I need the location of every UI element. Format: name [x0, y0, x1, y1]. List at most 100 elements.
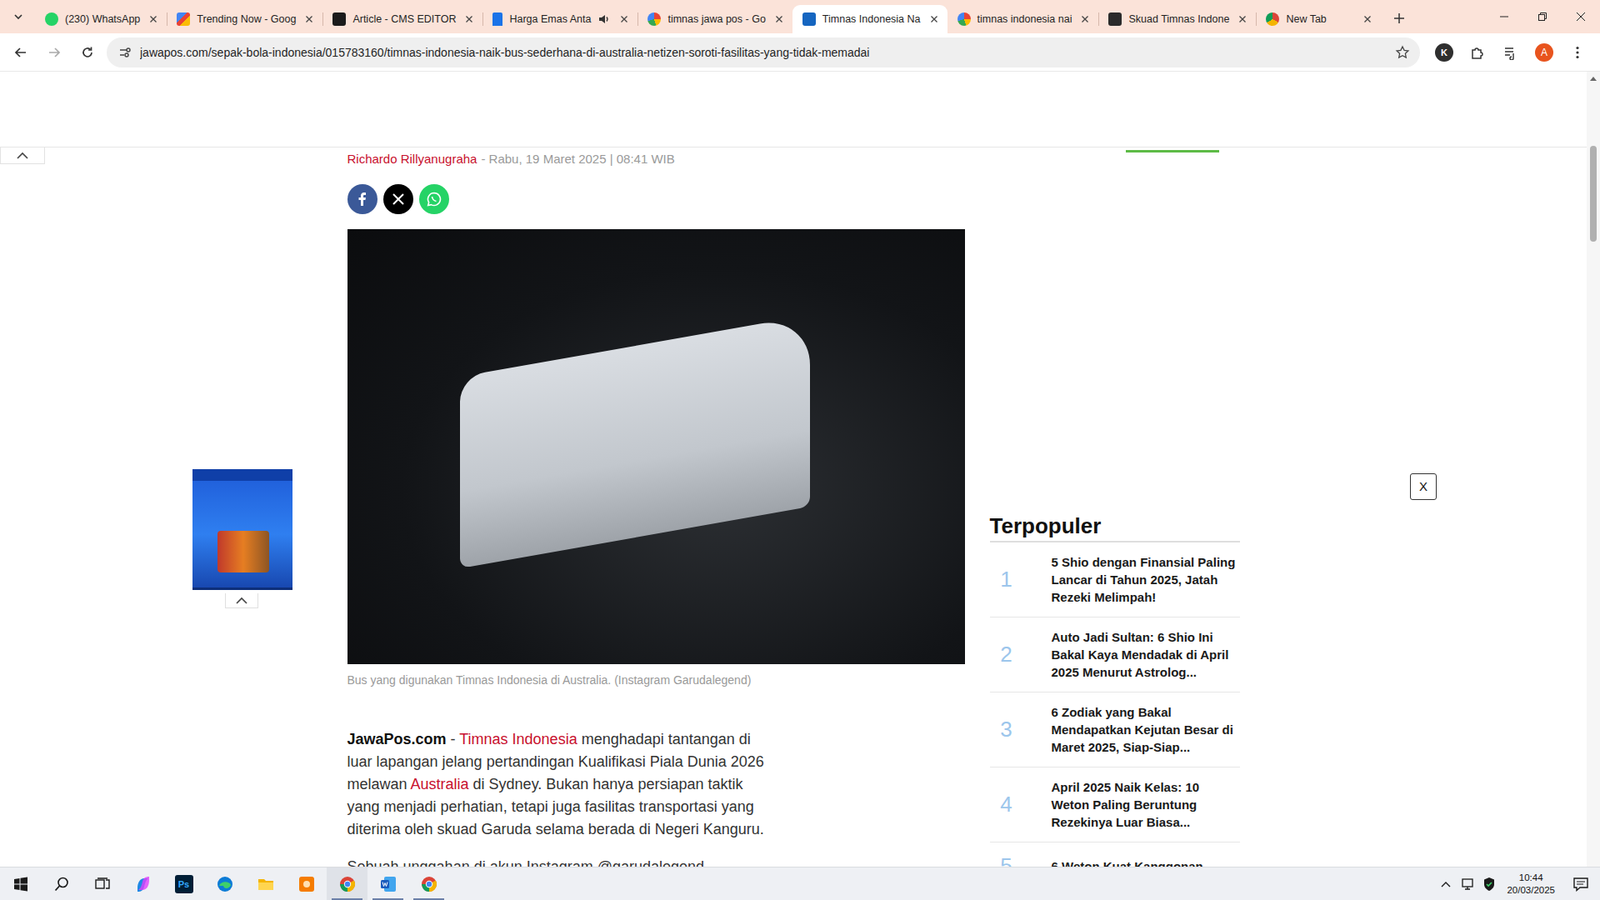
share-button[interactable]	[419, 184, 450, 215]
site-info-icon[interactable]	[118, 45, 132, 60]
plus-icon	[1392, 11, 1406, 25]
scrollbar-thumb[interactable]	[1590, 145, 1597, 242]
popular-title: April 2025 Naik Kelas: 10 Weton Paling B…	[1051, 778, 1240, 831]
sidebar: Terpopuler15 Shio dengan Finansial Palin…	[990, 147, 1240, 867]
reload-button[interactable]	[73, 38, 102, 67]
tab-search-button[interactable]	[6, 5, 30, 29]
taskbar-app[interactable]	[408, 867, 450, 900]
close-tab-icon[interactable]	[772, 12, 786, 26]
more-vertical-icon	[1570, 45, 1585, 60]
forward-button[interactable]	[40, 38, 69, 67]
defender-button[interactable]	[1478, 867, 1500, 900]
popular-item[interactable]: 2Auto Jadi Sultan: 6 Shio Ini Bakal Kaya…	[990, 617, 1240, 693]
close-tab-icon[interactable]	[617, 12, 631, 26]
restore-button[interactable]	[1523, 0, 1562, 34]
tab-label: Harga Emas Anta	[509, 13, 591, 25]
taskbar-app[interactable]	[285, 867, 327, 900]
popular-item[interactable]: 4April 2025 Naik Kelas: 10 Weton Paling …	[990, 767, 1240, 843]
browser-tab[interactable]: Trending Now - Goog	[166, 5, 323, 34]
scroll-up-icon[interactable]	[1589, 75, 1598, 82]
main-content: Richardo Rillyanugraha- Rabu, 19 Maret 2…	[347, 147, 1240, 867]
address-bar[interactable]: jawapos.com/sepak-bola-indonesia/0157831…	[106, 37, 1420, 68]
popular-title: Auto Jadi Sultan: 6 Shio Ini Bakal Kaya …	[1051, 628, 1240, 681]
page-header	[0, 71, 1587, 148]
ad-close-button[interactable]: X	[1410, 473, 1437, 500]
browser-tab[interactable]: New Tab	[1255, 5, 1381, 34]
popular-rank: 5	[990, 853, 1024, 867]
browser-tab[interactable]: Harga Emas Anta	[482, 5, 638, 34]
start-button[interactable]	[0, 867, 41, 900]
browser-tab[interactable]: Article - CMS EDITOR	[322, 5, 483, 34]
tab-label: New Tab	[1285, 13, 1355, 25]
text-link[interactable]: Timnas Indonesia	[459, 730, 577, 748]
clock[interactable]: 10:4420/03/2025	[1500, 871, 1562, 897]
author-link[interactable]: Richardo Rillyanugraha	[347, 151, 478, 166]
chevron-down-icon	[12, 10, 25, 23]
speaker-icon[interactable]	[597, 12, 611, 26]
popular-rank: 3	[990, 716, 1024, 743]
network-icon	[1460, 877, 1475, 891]
media-button[interactable]	[1496, 38, 1525, 67]
close-tab-icon[interactable]	[1078, 12, 1092, 26]
photo-caption: Bus yang digunakan Timnas Indonesia di A…	[347, 672, 965, 688]
collapse-button[interactable]	[0, 147, 45, 165]
text-span: JawaPos.com	[347, 730, 447, 748]
popular-item[interactable]: 56 Weton Kuat Kanggonan	[990, 842, 1240, 867]
ad-space	[990, 152, 1240, 513]
bookmark-star-icon[interactable]	[1395, 45, 1410, 60]
popular-item[interactable]: 36 Zodiak yang Bakal Mendapatkan Kejutan…	[990, 692, 1240, 768]
notifications-button[interactable]	[1561, 867, 1600, 900]
close-tab-icon[interactable]	[462, 12, 476, 26]
menu-button[interactable]	[1563, 38, 1592, 67]
tray-chevron[interactable]	[1435, 867, 1457, 900]
taskbar-app[interactable]	[204, 867, 245, 900]
share-button[interactable]	[347, 184, 378, 215]
new-tab-button[interactable]	[1387, 6, 1411, 30]
back-arrow-icon	[13, 45, 29, 60]
share-button[interactable]	[383, 184, 414, 215]
browser-tab[interactable]: Timnas Indonesia Na	[792, 5, 948, 34]
browser-tab[interactable]: timnas jawa pos - Go	[637, 5, 792, 34]
ad-banner	[192, 469, 293, 481]
browser-tab[interactable]: Skuad Timnas Indone	[1098, 5, 1256, 34]
taskbar-app[interactable]: Ps	[163, 867, 205, 900]
tab-strip: (230) WhatsAppTrending Now - GoogArticle…	[0, 0, 1600, 34]
favicon-icon	[332, 12, 346, 26]
byline: Richardo Rillyanugraha- Rabu, 19 Maret 2…	[347, 150, 965, 168]
shield-icon	[1482, 876, 1496, 892]
favicon-icon	[1265, 12, 1280, 26]
close-tab-icon[interactable]	[927, 12, 941, 26]
back-button[interactable]	[6, 38, 35, 67]
profile-badge[interactable]: K	[1435, 43, 1454, 62]
close-tab-icon[interactable]	[302, 12, 316, 26]
network-button[interactable]	[1456, 867, 1479, 900]
article: Richardo Rillyanugraha- Rabu, 19 Maret 2…	[347, 147, 965, 867]
taskbar-app[interactable]	[326, 867, 368, 900]
chevron-up-icon	[15, 151, 30, 160]
browser-tab[interactable]: (230) WhatsApp	[35, 5, 167, 34]
browser-tab[interactable]: timnas indonesia nai	[947, 5, 1100, 34]
task-view-button[interactable]	[81, 867, 123, 900]
photoshop-icon: Ps	[175, 875, 194, 894]
minimize-button[interactable]	[1485, 0, 1524, 34]
article-photo	[347, 229, 965, 665]
ad-toggle-button[interactable]	[225, 593, 259, 609]
close-icon	[1575, 11, 1586, 22]
tab-label: Skuad Timnas Indone	[1128, 13, 1230, 25]
close-tab-icon[interactable]	[146, 12, 160, 26]
search-button[interactable]	[40, 867, 82, 900]
close-tab-icon[interactable]	[1360, 12, 1375, 26]
floating-ad[interactable]	[192, 469, 293, 590]
taskbar-app[interactable]	[122, 867, 164, 900]
extensions-button[interactable]	[1463, 38, 1492, 67]
scrollbar[interactable]	[1586, 71, 1600, 867]
taskbar-app[interactable]	[367, 867, 409, 900]
profile-avatar[interactable]: A	[1535, 43, 1554, 62]
favicon-icon	[45, 12, 59, 26]
close-window-button[interactable]	[1561, 0, 1600, 34]
close-tab-icon[interactable]	[1235, 12, 1250, 26]
taskbar-app[interactable]	[245, 867, 286, 900]
popular-item[interactable]: 15 Shio dengan Finansial Paling Lancar d…	[990, 542, 1240, 618]
text-link[interactable]: Australia	[410, 775, 470, 793]
clock-date: 20/03/2025	[1506, 884, 1555, 897]
